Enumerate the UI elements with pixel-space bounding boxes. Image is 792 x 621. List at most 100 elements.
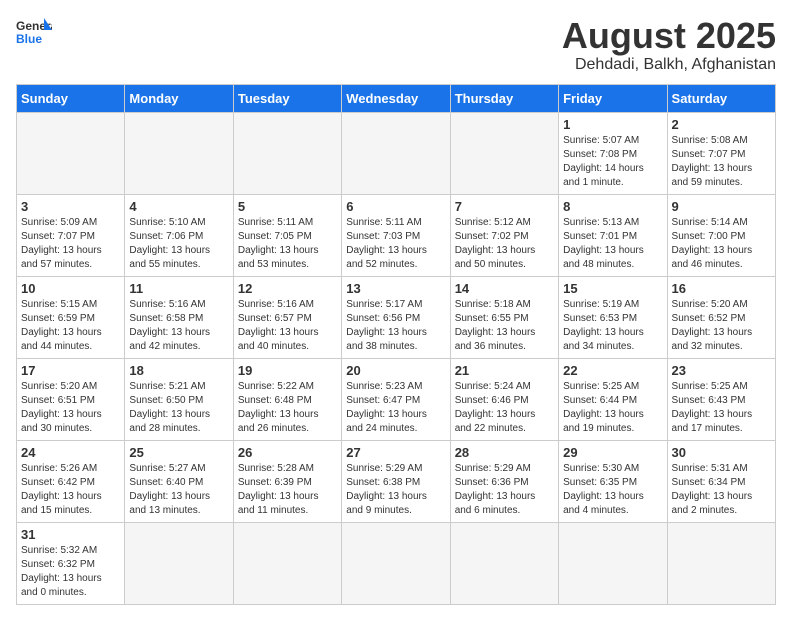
- day-info: Sunrise: 5:30 AMSunset: 6:35 PMDaylight:…: [563, 462, 662, 518]
- day-info: Sunrise: 5:19 AMSunset: 6:53 PMDaylight:…: [563, 298, 662, 354]
- page: General Blue August 2025 Dehdadi, Balkh,…: [0, 0, 792, 621]
- calendar-week-2: 10 Sunrise: 5:15 AMSunset: 6:59 PMDayligh…: [17, 276, 776, 358]
- calendar-cell: [450, 522, 558, 604]
- day-info: Sunrise: 5:10 AMSunset: 7:06 PMDaylight:…: [129, 216, 228, 272]
- day-number: 5: [238, 199, 337, 214]
- header: General Blue August 2025 Dehdadi, Balkh,…: [16, 16, 776, 74]
- calendar-cell: 19Sunrise: 5:22 AMSunset: 6:48 PMDayligh…: [233, 358, 341, 440]
- calendar-cell: 4 Sunrise: 5:10 AMSunset: 7:06 PMDaylight…: [125, 194, 233, 276]
- weekday-header-tuesday: Tuesday: [233, 84, 341, 112]
- day-number: 31: [21, 527, 120, 542]
- calendar-cell: [233, 522, 341, 604]
- calendar-cell: 2Sunrise: 5:08 AMSunset: 7:07 PMDaylight…: [667, 112, 775, 194]
- day-info: Sunrise: 5:25 AMSunset: 6:43 PMDaylight:…: [672, 380, 771, 436]
- day-info: Sunrise: 5:25 AMSunset: 6:44 PMDaylight:…: [563, 380, 662, 436]
- day-info: Sunrise: 5:07 AMSunset: 7:08 PMDaylight:…: [563, 134, 662, 190]
- day-info: Sunrise: 5:16 AMSunset: 6:58 PMDaylight:…: [129, 298, 228, 354]
- calendar-cell: 22 Sunrise: 5:25 AMSunset: 6:44 PMDayligh…: [559, 358, 667, 440]
- day-info: Sunrise: 5:27 AMSunset: 6:40 PMDaylight:…: [129, 462, 228, 518]
- calendar-title: August 2025: [562, 16, 776, 56]
- calendar-cell: 12 Sunrise: 5:16 AMSunset: 6:57 PMDayligh…: [233, 276, 341, 358]
- day-number: 20: [346, 363, 445, 378]
- weekday-header-saturday: Saturday: [667, 84, 775, 112]
- day-number: 4: [129, 199, 228, 214]
- calendar-cell: 14 Sunrise: 5:18 AMSunset: 6:55 PMDayligh…: [450, 276, 558, 358]
- day-info: Sunrise: 5:26 AMSunset: 6:42 PMDaylight:…: [21, 462, 120, 518]
- calendar-cell: 6 Sunrise: 5:11 AMSunset: 7:03 PMDaylight…: [342, 194, 450, 276]
- logo-icon: General Blue: [16, 16, 52, 46]
- weekday-header-sunday: Sunday: [17, 84, 125, 112]
- day-number: 9: [672, 199, 771, 214]
- day-info: Sunrise: 5:12 AMSunset: 7:02 PMDaylight:…: [455, 216, 554, 272]
- calendar-cell: 8 Sunrise: 5:13 AMSunset: 7:01 PMDaylight…: [559, 194, 667, 276]
- day-number: 1: [563, 117, 662, 132]
- day-info: Sunrise: 5:16 AMSunset: 6:57 PMDaylight:…: [238, 298, 337, 354]
- weekday-header-monday: Monday: [125, 84, 233, 112]
- day-number: 3: [21, 199, 120, 214]
- day-info: Sunrise: 5:32 AMSunset: 6:32 PMDaylight:…: [21, 544, 120, 600]
- logo: General Blue: [16, 16, 52, 46]
- day-number: 19: [238, 363, 337, 378]
- calendar-cell: 1 Sunrise: 5:07 AMSunset: 7:08 PMDaylight…: [559, 112, 667, 194]
- calendar-cell: 24 Sunrise: 5:26 AMSunset: 6:42 PMDayligh…: [17, 440, 125, 522]
- calendar-cell: 31 Sunrise: 5:32 AMSunset: 6:32 PMDayligh…: [17, 522, 125, 604]
- day-number: 24: [21, 445, 120, 460]
- calendar-cell: 27 Sunrise: 5:29 AMSunset: 6:38 PMDayligh…: [342, 440, 450, 522]
- day-number: 26: [238, 445, 337, 460]
- day-info: Sunrise: 5:15 AMSunset: 6:59 PMDaylight:…: [21, 298, 120, 354]
- day-info: Sunrise: 5:24 AMSunset: 6:46 PMDaylight:…: [455, 380, 554, 436]
- day-number: 8: [563, 199, 662, 214]
- calendar-cell: 10 Sunrise: 5:15 AMSunset: 6:59 PMDayligh…: [17, 276, 125, 358]
- day-info: Sunrise: 5:31 AMSunset: 6:34 PMDaylight:…: [672, 462, 771, 518]
- calendar-cell: 21 Sunrise: 5:24 AMSunset: 6:46 PMDayligh…: [450, 358, 558, 440]
- calendar-cell: 16Sunrise: 5:20 AMSunset: 6:52 PMDayligh…: [667, 276, 775, 358]
- svg-text:Blue: Blue: [16, 32, 42, 46]
- day-info: Sunrise: 5:29 AMSunset: 6:36 PMDaylight:…: [455, 462, 554, 518]
- day-number: 27: [346, 445, 445, 460]
- day-number: 12: [238, 281, 337, 296]
- weekday-header-thursday: Thursday: [450, 84, 558, 112]
- calendar-cell: [450, 112, 558, 194]
- day-info: Sunrise: 5:29 AMSunset: 6:38 PMDaylight:…: [346, 462, 445, 518]
- title-block: August 2025 Dehdadi, Balkh, Afghanistan: [562, 16, 776, 74]
- calendar-cell: 13 Sunrise: 5:17 AMSunset: 6:56 PMDayligh…: [342, 276, 450, 358]
- calendar-cell: [125, 112, 233, 194]
- day-info: Sunrise: 5:28 AMSunset: 6:39 PMDaylight:…: [238, 462, 337, 518]
- day-number: 18: [129, 363, 228, 378]
- weekday-header-row: SundayMondayTuesdayWednesdayThursdayFrid…: [17, 84, 776, 112]
- day-info: Sunrise: 5:20 AMSunset: 6:51 PMDaylight:…: [21, 380, 120, 436]
- day-info: Sunrise: 5:13 AMSunset: 7:01 PMDaylight:…: [563, 216, 662, 272]
- day-info: Sunrise: 5:09 AMSunset: 7:07 PMDaylight:…: [21, 216, 120, 272]
- day-number: 7: [455, 199, 554, 214]
- calendar-cell: 26 Sunrise: 5:28 AMSunset: 6:39 PMDayligh…: [233, 440, 341, 522]
- day-number: 28: [455, 445, 554, 460]
- calendar-week-4: 24 Sunrise: 5:26 AMSunset: 6:42 PMDayligh…: [17, 440, 776, 522]
- day-info: Sunrise: 5:11 AMSunset: 7:03 PMDaylight:…: [346, 216, 445, 272]
- calendar-cell: 7 Sunrise: 5:12 AMSunset: 7:02 PMDaylight…: [450, 194, 558, 276]
- calendar-cell: [233, 112, 341, 194]
- day-info: Sunrise: 5:08 AMSunset: 7:07 PMDaylight:…: [672, 134, 771, 190]
- day-info: Sunrise: 5:17 AMSunset: 6:56 PMDaylight:…: [346, 298, 445, 354]
- day-number: 21: [455, 363, 554, 378]
- day-number: 11: [129, 281, 228, 296]
- calendar-cell: [125, 522, 233, 604]
- day-number: 13: [346, 281, 445, 296]
- calendar-cell: 20Sunrise: 5:23 AMSunset: 6:47 PMDayligh…: [342, 358, 450, 440]
- calendar-cell: 28 Sunrise: 5:29 AMSunset: 6:36 PMDayligh…: [450, 440, 558, 522]
- day-info: Sunrise: 5:14 AMSunset: 7:00 PMDaylight:…: [672, 216, 771, 272]
- calendar-cell: 30Sunrise: 5:31 AMSunset: 6:34 PMDayligh…: [667, 440, 775, 522]
- day-number: 22: [563, 363, 662, 378]
- calendar-cell: 9 Sunrise: 5:14 AMSunset: 7:00 PMDaylight…: [667, 194, 775, 276]
- weekday-header-wednesday: Wednesday: [342, 84, 450, 112]
- day-number: 25: [129, 445, 228, 460]
- day-number: 15: [563, 281, 662, 296]
- calendar-cell: 18Sunrise: 5:21 AMSunset: 6:50 PMDayligh…: [125, 358, 233, 440]
- day-number: 6: [346, 199, 445, 214]
- calendar-cell: 15 Sunrise: 5:19 AMSunset: 6:53 PMDayligh…: [559, 276, 667, 358]
- day-info: Sunrise: 5:18 AMSunset: 6:55 PMDaylight:…: [455, 298, 554, 354]
- day-number: 23: [672, 363, 771, 378]
- calendar-cell: 29Sunrise: 5:30 AMSunset: 6:35 PMDayligh…: [559, 440, 667, 522]
- day-number: 14: [455, 281, 554, 296]
- day-number: 10: [21, 281, 120, 296]
- calendar-cell: [17, 112, 125, 194]
